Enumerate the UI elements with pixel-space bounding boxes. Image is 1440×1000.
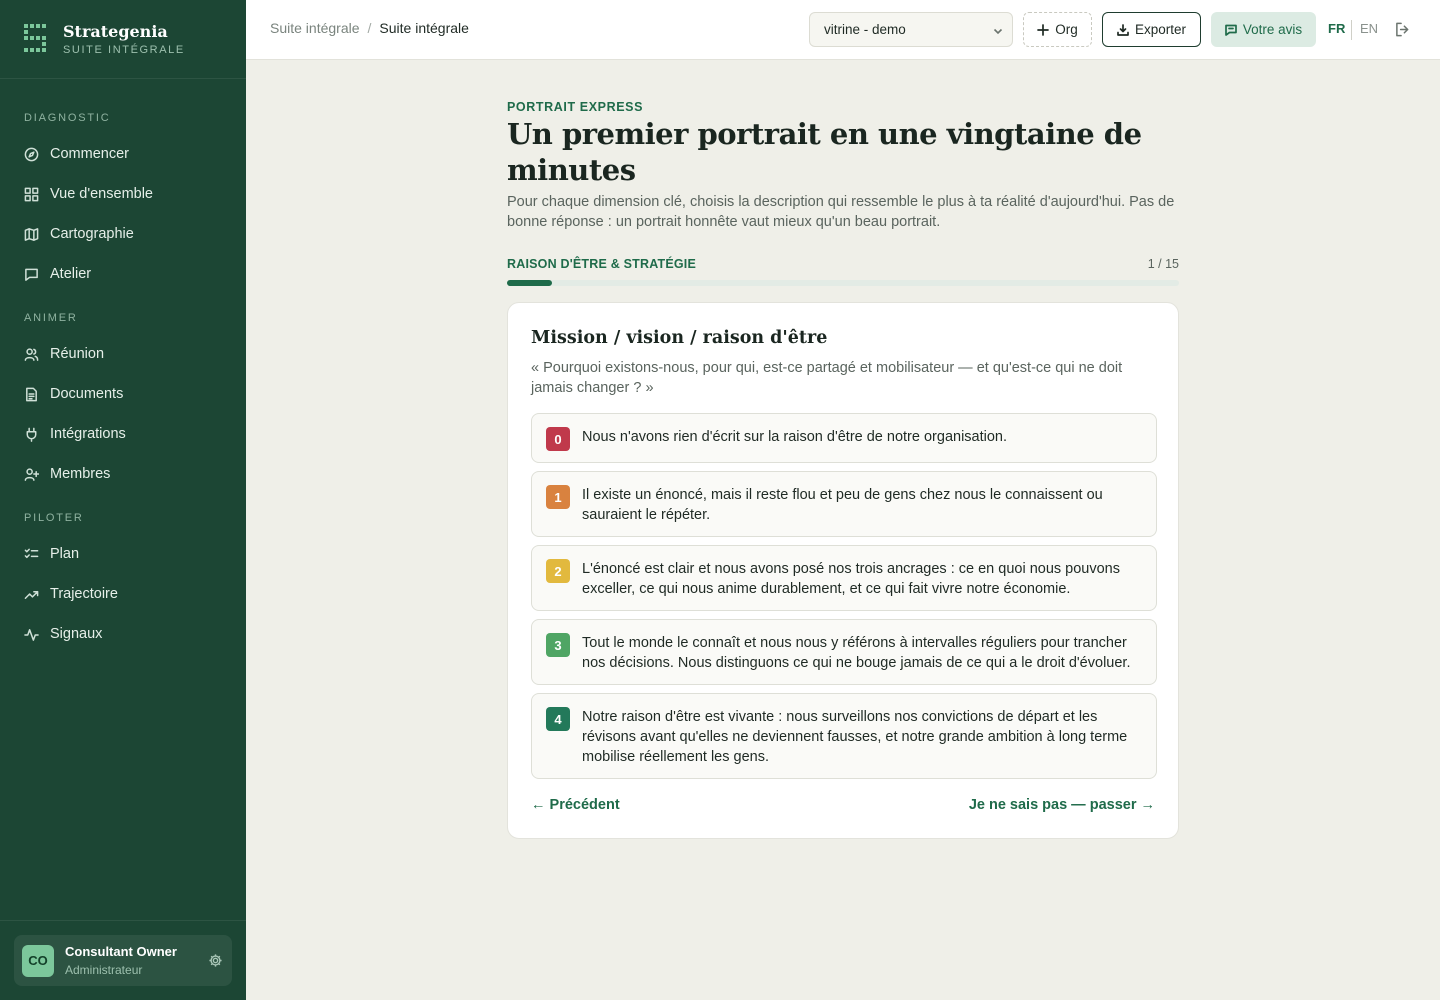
users-icon: [24, 347, 39, 361]
question-text: « Pourquoi existons-nous, pour qui, est-…: [531, 360, 1123, 396]
answer-option-4[interactable]: 4 Notre raison d'être est vivante : nous…: [531, 693, 1157, 779]
user-role: Administrateur: [65, 963, 143, 977]
document-icon: [26, 387, 37, 401]
eyebrow: PORTRAIT EXPRESS: [507, 100, 644, 114]
sidebar-item-label: Plan: [50, 546, 80, 562]
sidebar-item-cartographie[interactable]: Cartographie: [0, 214, 246, 254]
skip-button[interactable]: Je ne sais pas — passer →: [969, 797, 1155, 813]
level-badge: 4: [546, 707, 570, 731]
sidebar-item-label: Réunion: [50, 346, 105, 362]
sidebar-item-trajectoire[interactable]: Trajectoire: [0, 574, 246, 614]
dimension-label: RAISON D'ÊTRE & STRATÉGIE: [507, 257, 697, 271]
sidebar-item-commencer[interactable]: Commencer: [0, 134, 246, 174]
breadcrumb-item-current: Suite intégrale: [379, 20, 469, 36]
grid-icon: [24, 187, 39, 201]
nav-section-diagnostic: DIAGNOSTIC: [24, 112, 111, 124]
feedback-icon: [1225, 24, 1237, 36]
sidebar-item-documents[interactable]: Documents: [0, 374, 246, 414]
lang-fr[interactable]: FR: [1328, 21, 1345, 36]
chevron-down-icon: [993, 28, 1003, 35]
level-badge: 1: [546, 485, 570, 509]
progress-bar: [507, 280, 1179, 286]
compass-icon: [24, 147, 39, 161]
level-badge: 2: [546, 559, 570, 583]
pulse-icon: [24, 628, 39, 641]
lang-en[interactable]: EN: [1360, 21, 1378, 36]
nav-group-animer: ANIMER Réunion Documents Intégrations Me…: [0, 308, 246, 494]
checklist-icon: [24, 548, 39, 558]
map-icon: [24, 227, 39, 241]
sidebar-item-label: Signaux: [50, 626, 103, 642]
brand-subtitle: SUITE INTÉGRALE: [63, 43, 185, 56]
chat-icon: [25, 268, 38, 281]
answer-option-3[interactable]: 3 Tout le monde le connaît et nous nous …: [531, 619, 1157, 685]
level-badge: 0: [546, 427, 570, 451]
sidebar-item-reunion[interactable]: Réunion: [0, 334, 246, 374]
answer-text: Il existe un énoncé, mais il reste flou …: [582, 487, 1103, 523]
sidebar-item-label: Documents: [50, 386, 124, 402]
step-counter: 1 / 15: [1147, 257, 1179, 271]
nav-section-piloter: PILOTER: [24, 512, 84, 524]
add-org-button[interactable]: Org: [1023, 12, 1092, 47]
feedback-label: Votre avis: [1242, 22, 1303, 37]
answer-option-1[interactable]: 1 Il existe un énoncé, mais il reste flo…: [531, 471, 1157, 537]
plus-icon: [1037, 23, 1050, 36]
sidebar-item-atelier[interactable]: Atelier: [0, 254, 246, 294]
sidebar-item-label: Membres: [50, 466, 111, 482]
org-select[interactable]: vitrine - demo: [809, 12, 1013, 47]
answer-text: Nous n'avons rien d'écrit sur la raison …: [582, 429, 1008, 445]
avatar: CO: [22, 944, 54, 977]
answer-option-0[interactable]: 0 Nous n'avons rien d'écrit sur la raiso…: [531, 413, 1157, 463]
sidebar-item-membres[interactable]: Membres: [0, 454, 246, 494]
add-org-label: Org: [1055, 22, 1078, 37]
sidebar-item-label: Cartographie: [50, 226, 134, 242]
sidebar-item-label: Atelier: [50, 266, 92, 282]
logo-icon: [24, 24, 46, 52]
logout-icon[interactable]: [1395, 22, 1410, 37]
user-name: Consultant Owner: [65, 944, 177, 959]
sidebar: Strategenia SUITE INTÉGRALE DIAGNOSTIC C…: [0, 0, 246, 1000]
previous-button[interactable]: ← Précédent: [531, 797, 620, 813]
lang-divider: [1351, 20, 1352, 40]
sidebar-item-label: Commencer: [50, 146, 129, 162]
answer-text: L'énoncé est clair et nous avons posé no…: [582, 561, 1121, 597]
user-plus-icon: [24, 467, 39, 481]
brand-name: Strategenia: [63, 21, 168, 41]
breadcrumb-separator: /: [367, 20, 372, 36]
sidebar-item-integrations[interactable]: Intégrations: [0, 414, 246, 454]
page-title: Un premier portrait en une vingtaine de …: [507, 117, 1142, 187]
plug-icon: [26, 427, 37, 442]
download-icon: [1117, 23, 1129, 36]
level-badge: 3: [546, 633, 570, 657]
export-button[interactable]: Exporter: [1102, 12, 1201, 47]
question-card: Mission / vision / raison d'être « Pourq…: [507, 302, 1179, 839]
nav-group-piloter: PILOTER Plan Trajectoire Signaux: [0, 508, 246, 654]
progress-fill: [507, 280, 552, 286]
answer-text: Tout le monde le connaît et nous nous y …: [582, 635, 1131, 671]
brand[interactable]: Strategenia SUITE INTÉGRALE: [0, 0, 246, 79]
sidebar-item-signaux[interactable]: Signaux: [0, 614, 246, 654]
sidebar-item-label: Trajectoire: [50, 586, 118, 602]
answer-option-2[interactable]: 2 L'énoncé est clair et nous avons posé …: [531, 545, 1157, 611]
breadcrumb-item-root[interactable]: Suite intégrale: [270, 20, 360, 36]
feedback-button[interactable]: Votre avis: [1211, 12, 1316, 47]
nav-section-animer: ANIMER: [24, 312, 78, 324]
nav-group-diagnostic: DIAGNOSTIC Commencer Vue d'ensemble Cart…: [0, 108, 246, 294]
sidebar-divider: [0, 920, 246, 921]
gear-icon[interactable]: [208, 953, 223, 968]
intro-text: Pour chaque dimension clé, choisis la de…: [507, 194, 1175, 230]
sidebar-item-label: Vue d'ensemble: [50, 186, 153, 202]
trend-icon: [24, 590, 39, 599]
user-card[interactable]: CO Consultant Owner Administrateur: [14, 935, 232, 986]
org-select-value: vitrine - demo: [824, 22, 906, 37]
answer-text: Notre raison d'être est vivante : nous s…: [582, 709, 1128, 765]
topbar: Suite intégrale / Suite intégrale vitrine …: [246, 0, 1440, 60]
sidebar-item-plan[interactable]: Plan: [0, 534, 246, 574]
breadcrumb: Suite intégrale / Suite intégrale: [270, 20, 469, 36]
sidebar-item-vue-ensemble[interactable]: Vue d'ensemble: [0, 174, 246, 214]
question-title: Mission / vision / raison d'être: [531, 328, 828, 348]
export-label: Exporter: [1134, 22, 1187, 37]
sidebar-item-label: Intégrations: [50, 426, 126, 442]
